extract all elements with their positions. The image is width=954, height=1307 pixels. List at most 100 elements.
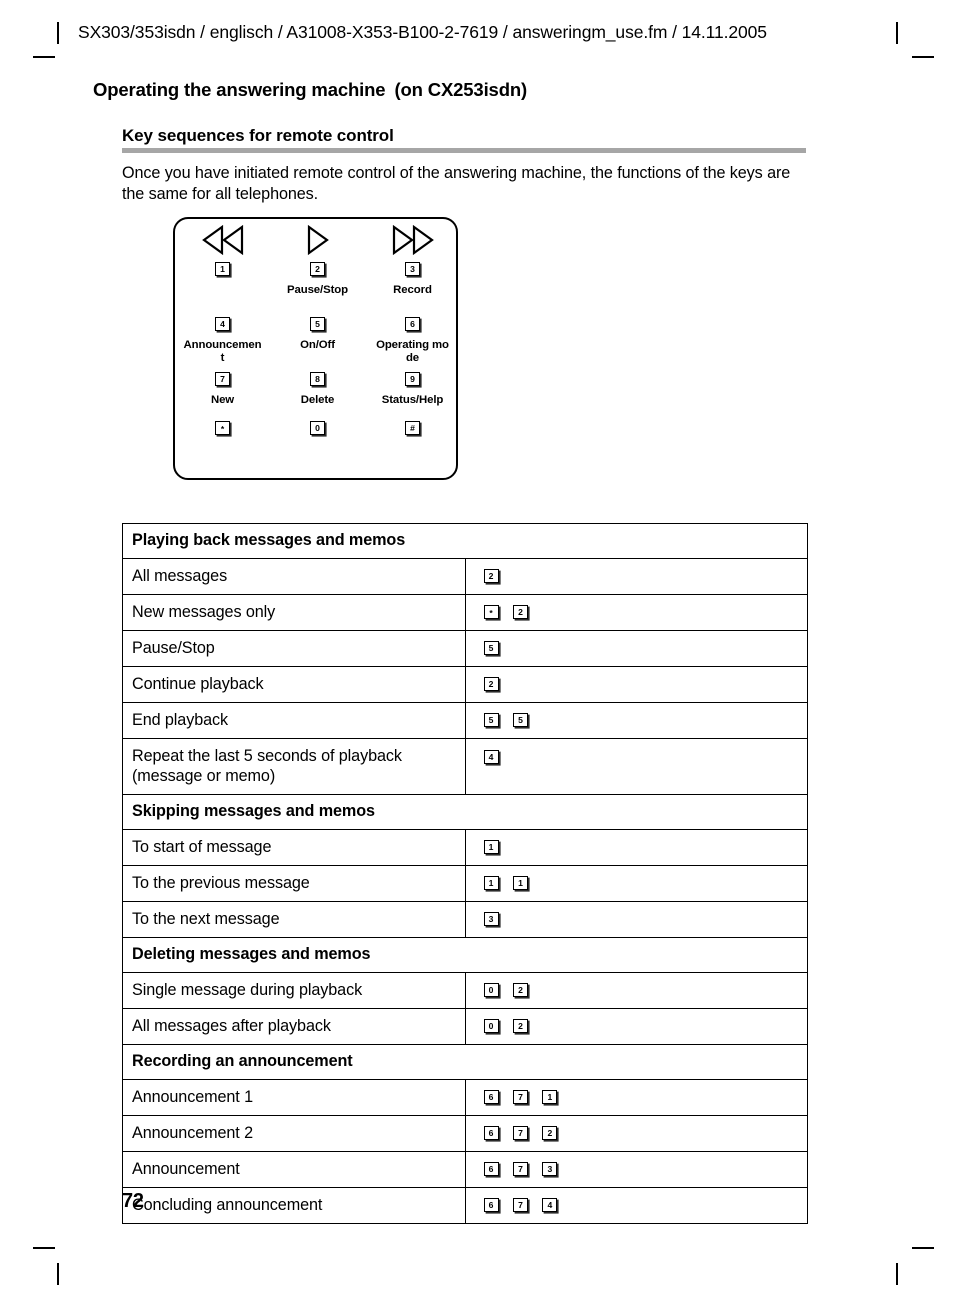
keypad-label-row-1: Pause/Stop Record [175, 284, 460, 314]
table-cell-keys: 6 7 2 [464, 1115, 808, 1152]
keypad-key-cell: 6 [365, 314, 460, 339]
key-chip[interactable]: 2 [512, 1018, 528, 1033]
key-chip[interactable]: 7 [512, 1161, 528, 1176]
table-cell-description: To the previous message [122, 865, 466, 902]
key-chip[interactable]: 2 [512, 604, 528, 619]
key-chip[interactable]: * [483, 604, 499, 619]
table-section-heading: Skipping messages and memos [122, 794, 808, 830]
keypad-key-cell: # [365, 418, 460, 443]
key-chip[interactable]: 1 [483, 839, 499, 854]
table-row: End playback 5 5 [122, 702, 808, 739]
table-row: To the next message 3 [122, 901, 808, 938]
key-chip-hash[interactable]: # [405, 420, 420, 435]
keypad-label-cell: New [175, 394, 270, 418]
table-cell-description: Pause/Stop [122, 630, 466, 667]
crop-mark-bottom-right-vertical [896, 1263, 898, 1285]
table-cell-keys: 2 [464, 558, 808, 595]
table-row: Concluding announcement 6 7 4 [122, 1187, 808, 1224]
table-cell-description: End playback [122, 702, 466, 739]
keypad-label-cell: Pause/Stop [270, 284, 365, 314]
keypad-label-cell: Record [365, 284, 460, 314]
key-chip[interactable]: 1 [512, 875, 528, 890]
keypad-label-status-help: Status/Help [381, 394, 444, 406]
key-chip-4[interactable]: 4 [215, 316, 230, 331]
key-chip[interactable]: 2 [512, 982, 528, 997]
key-chip[interactable]: 6 [483, 1125, 499, 1140]
table-section-header-row: Deleting messages and memos [122, 937, 808, 973]
table-cell-description-text: Repeat the last 5 seconds of playback (m… [132, 747, 402, 785]
play-triangle-icon [305, 225, 331, 255]
keypad-label-row-2: Announcement On/Off Operating mode [175, 339, 460, 369]
key-chip[interactable]: 5 [483, 640, 499, 655]
table-section-heading: Deleting messages and memos [122, 937, 808, 973]
keypad-icon-row [175, 225, 460, 259]
key-chip-7[interactable]: 7 [215, 371, 230, 386]
chapter-title: Operating the answering machine (on CX253… [93, 79, 527, 101]
key-chip[interactable]: 1 [483, 875, 499, 890]
table-cell-description: Repeat the last 5 seconds of playback (m… [122, 738, 466, 795]
key-chip[interactable]: 1 [542, 1089, 558, 1104]
keypad-key-cell: 3 [365, 259, 460, 284]
key-chip-9[interactable]: 9 [405, 371, 420, 386]
table-cell-keys: 6 7 1 [464, 1079, 808, 1116]
key-chip[interactable]: 4 [542, 1197, 558, 1212]
keypad-label-new: New [210, 394, 235, 406]
section-divider-rule [122, 148, 806, 153]
table-row: Single message during playback 0 2 [122, 972, 808, 1009]
key-chip-3[interactable]: 3 [405, 261, 420, 276]
key-chip[interactable]: 0 [483, 982, 499, 997]
key-chip-6[interactable]: 6 [405, 316, 420, 331]
key-chip-star[interactable]: * [215, 420, 230, 435]
table-row: Continue playback 2 [122, 666, 808, 703]
key-chip[interactable]: 5 [483, 712, 499, 727]
keypad-grid: 1 2 3 Pause/Stop Record 4 5 6 Announceme… [175, 225, 460, 443]
table-row: Announcement 6 7 3 [122, 1151, 808, 1188]
keypad-label-cell: Status/Help [365, 394, 460, 418]
key-chip-8[interactable]: 8 [310, 371, 325, 386]
keypad-cell-rewind [175, 225, 270, 259]
keypad-label-cell: On/Off [270, 339, 365, 369]
key-chip-1[interactable]: 1 [215, 261, 230, 276]
keypad-key-cell: 4 [175, 314, 270, 339]
table-cell-keys: 0 2 [464, 1008, 808, 1045]
key-chip[interactable]: 6 [483, 1197, 499, 1212]
table-cell-keys: 6 7 3 [464, 1151, 808, 1188]
keypad-label-record: Record [393, 284, 432, 296]
key-chip[interactable]: 4 [483, 749, 499, 764]
key-chip-2[interactable]: 2 [310, 261, 325, 276]
table-cell-description: New messages only [122, 594, 466, 631]
running-header: SX303/353isdn / englisch / A31008-X353-B… [78, 22, 767, 42]
key-chip[interactable]: 6 [483, 1089, 499, 1104]
key-chip[interactable]: 5 [512, 712, 528, 727]
key-chip[interactable]: 7 [512, 1125, 528, 1140]
key-chip[interactable]: 7 [512, 1089, 528, 1104]
table-cell-keys: 2 [464, 666, 808, 703]
key-chip[interactable]: 2 [483, 676, 499, 691]
table-row: Repeat the last 5 seconds of playback (m… [122, 738, 808, 795]
table-cell-keys: * 2 [464, 594, 808, 631]
intro-paragraph: Once you have initiated remote control o… [122, 164, 791, 203]
key-chip[interactable]: 6 [483, 1161, 499, 1176]
table-section-header-row: Skipping messages and memos [122, 794, 808, 830]
page-number: 72 [122, 1190, 144, 1212]
table-section-heading: Recording an announcement [122, 1044, 808, 1080]
key-chip[interactable]: 2 [542, 1125, 558, 1140]
keypad-cell-play [270, 225, 365, 259]
keypad-key-cell: 9 [365, 369, 460, 394]
table-cell-description: Announcement 1 [122, 1079, 466, 1116]
key-chip-5[interactable]: 5 [310, 316, 325, 331]
key-chip[interactable]: 7 [512, 1197, 528, 1212]
table-cell-description: All messages [122, 558, 466, 595]
key-chip[interactable]: 3 [542, 1161, 558, 1176]
key-chip[interactable]: 2 [483, 568, 499, 583]
keypad-diagram: 1 2 3 Pause/Stop Record 4 5 6 Announceme… [173, 217, 458, 480]
table-cell-description: To the next message [122, 901, 466, 938]
table-cell-keys: 6 7 4 [464, 1187, 808, 1224]
crop-mark-bottom-left-horizontal [33, 1247, 55, 1249]
key-chip-0[interactable]: 0 [310, 420, 325, 435]
keypad-label-cell: Operating mode [365, 339, 460, 369]
key-chip[interactable]: 3 [483, 911, 499, 926]
fast-forward-double-triangle-icon [391, 225, 435, 255]
table-cell-keys: 5 5 [464, 702, 808, 739]
key-chip[interactable]: 0 [483, 1018, 499, 1033]
